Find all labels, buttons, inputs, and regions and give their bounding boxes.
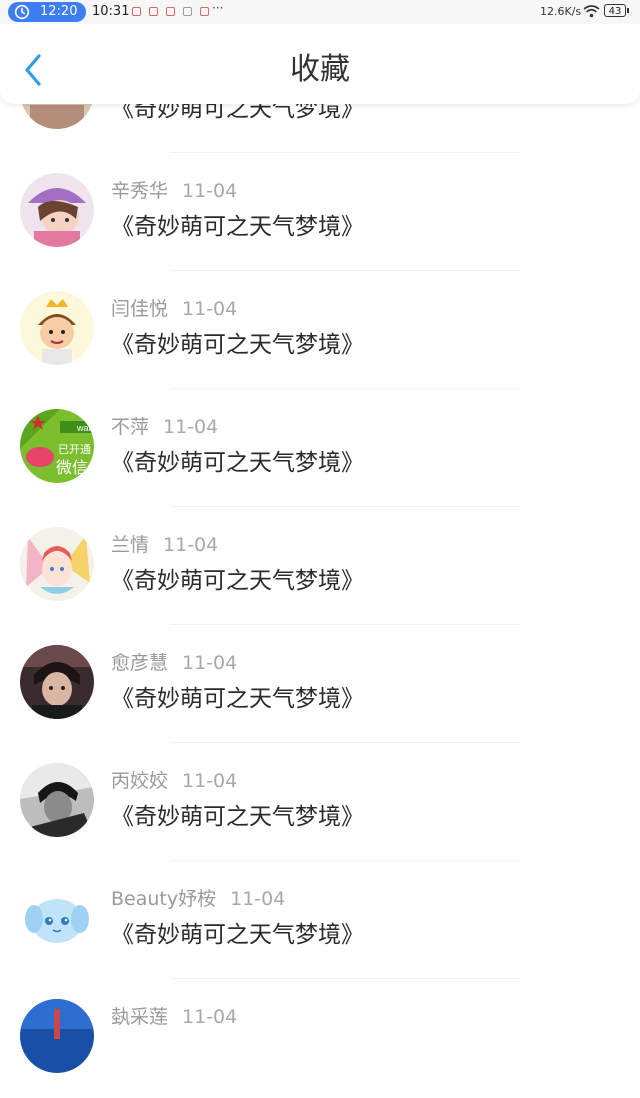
list-item[interactable]: 辛秀华 11-04 《奇妙萌可之天气梦境》 <box>0 154 640 272</box>
timer-pill[interactable]: 12:20 <box>8 2 86 22</box>
notification-icon <box>200 7 209 16</box>
notification-icons <box>132 7 217 17</box>
item-title: 《奇妙萌可之天气梦境》 <box>111 922 364 948</box>
item-username: 闫佳悦 <box>111 298 169 320</box>
item-username: 辛秀华 <box>111 180 169 202</box>
divider <box>170 506 520 507</box>
divider <box>170 152 520 153</box>
divider <box>170 742 520 743</box>
page-header: 收藏 <box>0 24 640 104</box>
timer-text: 12:20 <box>40 4 78 19</box>
battery-icon: 43 <box>604 4 629 17</box>
item-date: 11-04 <box>182 180 238 202</box>
network-speed: 12.6K/s <box>540 5 582 18</box>
list-item[interactable]: 愈彦慧 11-04 《奇妙萌可之天气梦境》 <box>0 626 640 744</box>
avatar <box>20 881 94 955</box>
avatar-text: 微信 <box>56 458 88 477</box>
divider <box>170 388 520 389</box>
item-username: 丙姣姣 <box>111 770 169 792</box>
divider <box>170 860 520 861</box>
item-date: 11-04 <box>163 416 219 438</box>
divider <box>170 624 520 625</box>
notification-icon <box>183 7 192 16</box>
avatar <box>20 645 94 719</box>
list-item[interactable]: 闫佳悦 11-04 《奇妙萌可之天气梦境》 <box>0 272 640 390</box>
item-username: 兰情 <box>111 534 150 556</box>
list-item[interactable]: Beauty妤桉 11-04 《奇妙萌可之天气梦境》 <box>0 862 640 980</box>
wifi-icon <box>583 5 600 18</box>
item-username: 埶采莲 <box>111 1006 169 1028</box>
avatar <box>20 173 94 247</box>
item-date: 11-04 <box>182 298 238 320</box>
page-title: 收藏 <box>290 52 350 87</box>
more-notifications-icon: ··· <box>212 1 224 15</box>
notification-icon <box>166 7 175 16</box>
item-title: 《奇妙萌可之天气梦境》 <box>111 686 364 712</box>
item-title: 《奇妙萌可之天气梦境》 <box>111 214 364 240</box>
avatar <box>20 527 94 601</box>
avatar-text: wat <box>76 423 92 433</box>
item-username: 愈彦慧 <box>111 652 169 674</box>
avatar-text: 已开通 <box>58 443 91 456</box>
notification-icon <box>132 7 141 16</box>
item-date: 11-04 <box>182 652 238 674</box>
item-date: 11-04 <box>182 770 238 792</box>
avatar: wat 已开通微信 <box>20 409 94 483</box>
favorites-list: 《奇妙萌可之天气梦境》 辛秀华 11-04 《奇妙萌可之天气梦境》 闫佳悦 11-0… <box>0 0 640 1073</box>
item-date: 11-04 <box>230 888 286 910</box>
avatar <box>20 291 94 365</box>
item-username: Beauty妤桉 <box>111 888 217 910</box>
list-item[interactable]: wat 已开通微信 不萍 11-04 《奇妙萌可之天气梦境》 <box>0 390 640 508</box>
item-title: 《奇妙萌可之天气梦境》 <box>111 568 364 594</box>
avatar <box>20 763 94 837</box>
divider <box>170 978 520 979</box>
item-title: 《奇妙萌可之天气梦境》 <box>111 332 364 358</box>
item-title: 《奇妙萌可之天气梦境》 <box>111 450 364 476</box>
item-title: 《奇妙萌可之天气梦境》 <box>111 804 364 830</box>
avatar <box>20 999 94 1073</box>
status-time: 10:31 <box>92 4 130 19</box>
item-date: 11-04 <box>163 534 219 556</box>
list-item[interactable]: 丙姣姣 11-04 《奇妙萌可之天气梦境》 <box>0 744 640 862</box>
item-date: 11-04 <box>182 1006 238 1028</box>
timer-icon <box>14 4 30 20</box>
status-bar: 12:20 10:31 ··· 12.6K/s 43 <box>0 0 640 24</box>
notification-icon <box>149 7 158 16</box>
item-username: 不萍 <box>111 416 150 438</box>
divider <box>170 270 520 271</box>
list-item[interactable]: 兰情 11-04 《奇妙萌可之天气梦境》 <box>0 508 640 626</box>
list-item[interactable]: 埶采莲 11-04 <box>0 980 640 1098</box>
